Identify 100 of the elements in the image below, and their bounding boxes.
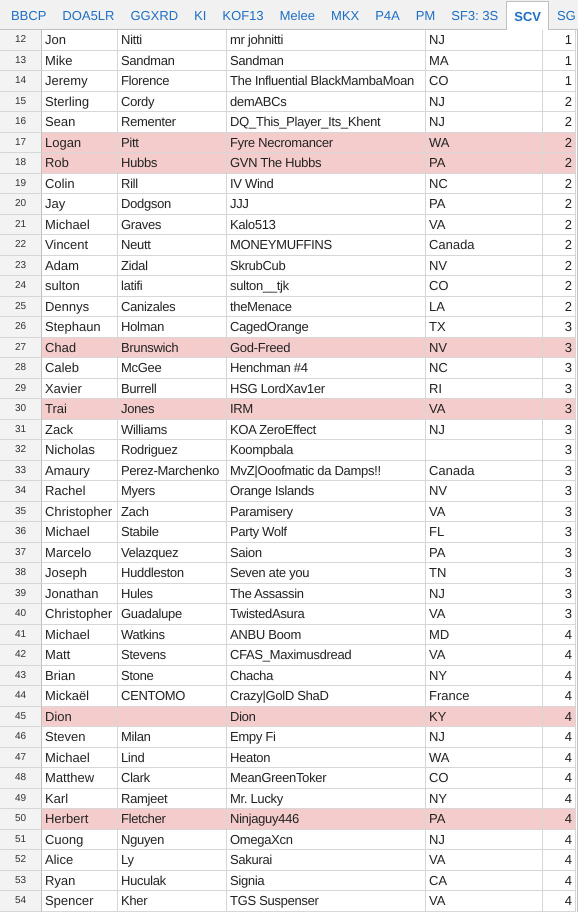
table-cell: Jonathan (42, 584, 118, 604)
sheet-tab[interactable]: GGXRD (122, 1, 186, 29)
table-cell: NV (426, 338, 543, 358)
table-cell: Rachel (42, 481, 118, 502)
table-cell: Brian (42, 666, 118, 686)
table-cell: TX (426, 317, 543, 338)
table-cell: 2 (543, 153, 576, 174)
table-cell: PA (426, 809, 543, 830)
sheet-tab[interactable]: SCV (506, 1, 549, 30)
table-cell: Nicholas (42, 440, 118, 460)
row-number: 53 (0, 870, 42, 891)
table-cell: NY (426, 666, 543, 686)
table-cell: Burrell (118, 378, 227, 399)
table-cell: KOA ZeroEffect (227, 420, 426, 440)
table-cell: Matthew (42, 768, 118, 788)
row-number: 42 (0, 645, 42, 666)
sheet-tab[interactable]: Melee (272, 1, 324, 29)
row-number: 48 (0, 768, 42, 788)
table-cell: 4 (543, 788, 576, 809)
table-cell: Vincent (42, 235, 118, 256)
table-cell: Velazquez (118, 542, 227, 563)
row-number: 46 (0, 727, 42, 748)
table-cell: Ly (118, 850, 227, 870)
table-cell: CO (426, 71, 543, 92)
table-cell: 4 (543, 850, 576, 870)
table-cell: 3 (543, 420, 576, 440)
table-cell: France (426, 686, 543, 706)
table-cell: 4 (543, 666, 576, 686)
sheet-tab[interactable]: BBCP (3, 1, 54, 29)
table-cell: 3 (543, 584, 576, 604)
table-cell: Jeremy (42, 71, 118, 92)
table-cell: Ryan (42, 870, 118, 891)
sheet-tab[interactable]: P4A (367, 1, 408, 29)
table-cell: NC (426, 358, 543, 378)
row-number: 35 (0, 502, 42, 522)
table-cell: DQ_This_Player_Its_Khent (227, 112, 426, 132)
row-number: 23 (0, 256, 42, 276)
row-number: 31 (0, 420, 42, 440)
table-cell: Michael (42, 624, 118, 645)
table-cell: Matt (42, 645, 118, 666)
table-cell: SkrubCub (227, 256, 426, 276)
table-cell: Myers (118, 481, 227, 502)
row-number: 30 (0, 399, 42, 420)
table-cell: Canizales (118, 296, 227, 317)
sheet-tab[interactable]: DOA5LR (54, 1, 122, 29)
table-cell: Ramjeet (118, 788, 227, 809)
table-cell: Clark (118, 768, 227, 788)
row-number: 27 (0, 338, 42, 358)
sheet-tab[interactable]: SF3: 3S (443, 1, 506, 29)
row-number: 44 (0, 686, 42, 706)
table-cell: 3 (543, 542, 576, 563)
row-number: 16 (0, 112, 42, 132)
table-cell: Saion (227, 542, 426, 563)
table-cell: LA (426, 296, 543, 317)
table-cell: demABCs (227, 92, 426, 112)
table-cell: 4 (543, 624, 576, 645)
table-cell: PA (426, 542, 543, 563)
table-cell: CO (426, 276, 543, 296)
row-number: 50 (0, 809, 42, 830)
table-cell: 3 (543, 604, 576, 624)
table-cell: Stone (118, 666, 227, 686)
table-cell: MeanGreenToker (227, 768, 426, 788)
sheet-tab[interactable]: KOF13 (214, 1, 272, 29)
table-cell: NV (426, 256, 543, 276)
sheet-tab[interactable]: SG (548, 1, 578, 29)
table-cell: 3 (543, 481, 576, 502)
row-number: 47 (0, 748, 42, 768)
table-cell: Rodriguez (118, 440, 227, 460)
table-cell: Chad (42, 338, 118, 358)
table-cell: Rill (118, 174, 227, 194)
table-cell: latifi (118, 276, 227, 296)
table-cell: Huculak (118, 870, 227, 891)
row-number: 32 (0, 440, 42, 460)
table-cell: 4 (543, 830, 576, 850)
table-cell: Hubbs (118, 153, 227, 174)
row-number: 37 (0, 542, 42, 563)
table-cell: Kalo513 (227, 214, 426, 235)
row-number: 17 (0, 132, 42, 153)
table-cell: NJ (426, 92, 543, 112)
table-cell: Mickaël (42, 686, 118, 706)
table-cell: Seven ate you (227, 563, 426, 584)
sheet-tab[interactable]: KI (186, 1, 214, 29)
sheet-tab[interactable]: MKX (323, 1, 368, 29)
table-cell: Crazy|GolD ShaD (227, 686, 426, 706)
table-cell: NJ (426, 112, 543, 132)
table-cell: Sandman (227, 50, 426, 71)
table-cell: Florence (118, 71, 227, 92)
row-number: 12 (0, 30, 42, 50)
table-cell: Brunswich (118, 338, 227, 358)
table-cell: GVN The Hubbs (227, 153, 426, 174)
sheet-tab[interactable]: PM (408, 1, 444, 29)
table-cell: Stevens (118, 645, 227, 666)
table-cell: 4 (543, 727, 576, 748)
table-cell: NJ (426, 584, 543, 604)
table-cell: Guadalupe (118, 604, 227, 624)
table-cell: 3 (543, 460, 576, 481)
table-cell: 2 (543, 194, 576, 214)
table-cell: Herbert (42, 809, 118, 830)
table-cell: Cuong (42, 830, 118, 850)
table-cell: 4 (543, 748, 576, 768)
